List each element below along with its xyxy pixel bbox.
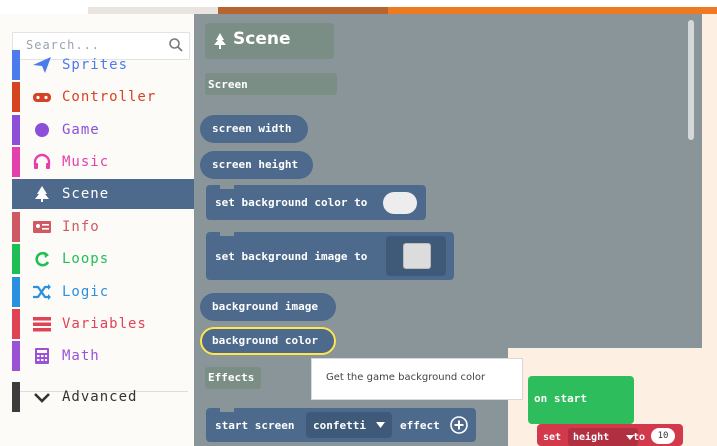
section-label-effects: Effects [208,371,255,384]
color-picker-swatch[interactable] [383,192,417,214]
tooltip: Get the game background color [311,358,523,400]
top-strip [0,0,717,14]
category-label: Scene [62,186,110,202]
block-background-image[interactable]: background image [200,293,336,321]
plus-circle-icon[interactable] [450,416,468,434]
block-label: screen width [212,122,292,135]
block-background-color[interactable]: background color [200,327,336,355]
category-advanced[interactable]: Advanced [12,382,194,412]
category-color-bar [12,179,20,209]
variable-name: height [573,432,610,443]
category-logic[interactable]: Logic [12,277,194,307]
calculator-icon [35,348,49,364]
top-tab [88,7,218,14]
category-color-bar [12,341,20,371]
category-label: Variables [62,316,147,332]
category-color-bar [12,382,20,412]
category-label: Controller [62,89,157,105]
category-variables[interactable]: Variables [12,309,194,339]
effect-dropdown-value: confetti [313,419,366,432]
category-loops[interactable]: Loops [12,244,194,274]
category-game[interactable]: Game [12,115,194,145]
number-input[interactable]: 10 [651,428,675,444]
tree-icon [214,33,226,49]
block-set-background-image[interactable]: set background image to [206,232,454,280]
block-label: background image [212,300,318,313]
chevron-down-icon [34,393,50,403]
category-color-bar [12,309,20,339]
block-label: screen height [212,158,299,171]
flyout-title: Scene [233,29,291,49]
block-label: set background color to [215,196,368,209]
block-notch [220,185,234,189]
category-music[interactable]: Music [12,147,194,177]
id-card-icon [33,221,51,233]
category-label: Music [62,154,110,170]
flyout-scrollbar[interactable] [688,20,694,140]
block-notch [220,408,234,412]
tree-icon [35,186,49,202]
toolbox-sidebar: Search... Sprites Controller Game Music … [0,14,194,446]
category-label: Math [62,348,100,364]
top-tab [218,7,388,14]
shuffle-icon [33,284,51,300]
circle-icon [35,123,49,137]
section-label-screen: Screen [208,78,248,91]
category-color-bar [12,147,20,177]
category-label: Loops [62,251,110,267]
category-color-bar [12,82,20,112]
block-label: effect [400,419,440,432]
effect-dropdown[interactable]: confetti [306,412,392,438]
block-label: start screen [215,419,295,432]
category-label: Info [62,219,100,235]
category-scene[interactable]: Scene [12,179,194,209]
category-math[interactable]: Math [12,341,194,371]
block-set-background-color[interactable]: set background color to [206,185,426,220]
block-screen-height[interactable]: screen height [200,151,313,179]
category-controller[interactable]: Controller [12,82,194,112]
on-start-block[interactable]: on start [528,376,634,424]
category-label: Advanced [62,389,138,405]
category-info[interactable]: Info [12,212,194,242]
block-label: background color [212,334,318,347]
category-color-bar [12,50,20,80]
block-label: on start [534,392,587,405]
paper-plane-icon [33,57,51,73]
flyout-header: Scene [205,23,334,59]
top-tab [388,7,717,14]
block-notch [220,232,234,236]
category-color-bar [12,212,20,242]
category-label: Sprites [62,57,129,73]
loop-arrow-icon [35,251,50,267]
category-label: Logic [62,284,110,300]
image-thumbnail[interactable] [403,243,431,269]
headphones-icon [33,153,51,169]
block-start-screen-effect[interactable]: start screen confetti effect [206,408,476,442]
image-field[interactable] [386,236,446,276]
gamepad-icon [33,93,51,102]
category-label: Game [62,122,100,138]
category-color-bar [12,277,20,307]
block-screen-width[interactable]: screen width [200,115,308,143]
category-sprites[interactable]: Sprites [12,50,194,80]
block-label: set [543,432,562,443]
list-icon [33,317,51,332]
block-label: to [633,432,646,443]
set-variable-block[interactable]: set height to 10 [537,424,683,446]
category-color-bar [12,115,20,145]
category-color-bar [12,244,20,274]
variable-dropdown[interactable]: height [568,428,638,446]
tooltip-text: Get the game background color [326,372,486,383]
block-label: set background image to [215,250,368,263]
dropdown-arrow-icon [376,422,385,428]
